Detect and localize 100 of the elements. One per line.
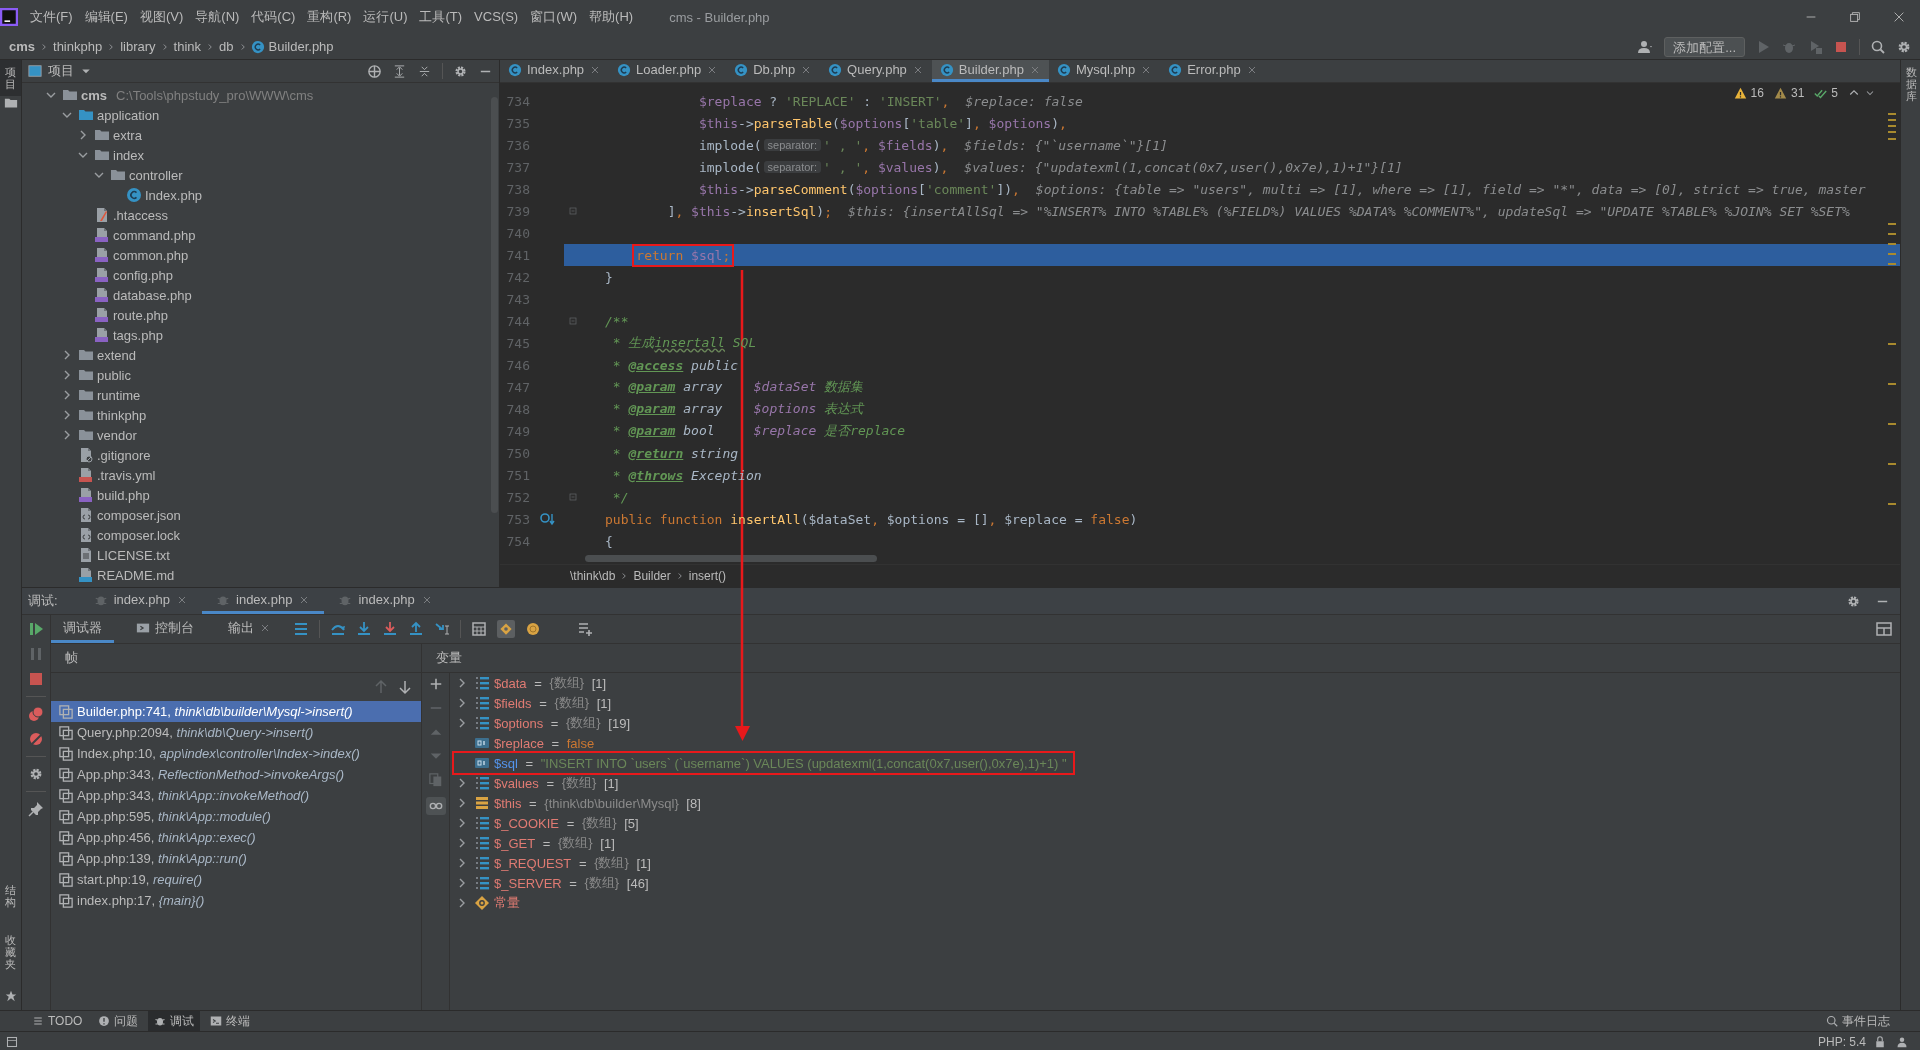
- tree-item[interactable]: tags.php: [22, 325, 490, 345]
- tool-window-button[interactable]: 调试: [148, 1011, 201, 1031]
- session-tab[interactable]: index.php: [324, 588, 447, 614]
- variable-row[interactable]: $fields = {数组} [1]: [454, 693, 618, 713]
- inspection-count[interactable]: 16: [1750, 86, 1764, 100]
- force-step-into-icon[interactable]: [382, 621, 398, 637]
- tool-window-button[interactable]: 终端: [204, 1011, 257, 1031]
- tree-item[interactable]: build.php: [22, 485, 490, 505]
- tree-item[interactable]: vendor: [22, 425, 490, 445]
- variable-row[interactable]: $_SERVER = {数组} [46]: [454, 873, 655, 893]
- stack-frame[interactable]: start.php:19, require(): [51, 869, 421, 890]
- tree-item[interactable]: composer.lock: [22, 525, 490, 545]
- menu-item[interactable]: 编辑(E): [78, 6, 134, 28]
- variable-row[interactable]: $replace = false: [454, 733, 601, 753]
- editor-tab[interactable]: Builder.php: [931, 60, 1049, 82]
- expand-all-icon[interactable]: [392, 63, 407, 79]
- up-arrow-icon[interactable]: [373, 679, 389, 695]
- debugger-tab[interactable]: 调试器: [51, 615, 114, 643]
- php-version[interactable]: PHP: 5.4: [1817, 1035, 1866, 1049]
- variable-row[interactable]: $data = {数组} [1]: [454, 673, 613, 693]
- editor-tab[interactable]: Error.php: [1160, 60, 1266, 82]
- tree-item[interactable]: controller: [22, 165, 490, 185]
- add-list-icon[interactable]: [577, 621, 593, 637]
- search-icon[interactable]: [1870, 38, 1886, 55]
- editor-tab[interactable]: Loader.php: [609, 60, 727, 82]
- pin-icon[interactable]: [28, 801, 44, 817]
- editor-tab[interactable]: Mysql.php: [1048, 60, 1161, 82]
- stack-frame[interactable]: App.php:139, think\App::run(): [51, 848, 421, 869]
- session-tab[interactable]: index.php: [202, 588, 325, 614]
- tree-item[interactable]: extra: [22, 125, 490, 145]
- stop-icon[interactable]: [28, 671, 44, 687]
- coin-icon[interactable]: [525, 621, 541, 637]
- add-icon[interactable]: [428, 677, 443, 691]
- mute-breakpoints-icon[interactable]: [28, 731, 44, 747]
- debugger-tab[interactable]: 控制台: [124, 615, 206, 643]
- threads-icon[interactable]: [293, 621, 309, 637]
- step-into-icon[interactable]: [356, 621, 372, 637]
- down-arrow-icon[interactable]: [397, 679, 413, 695]
- stack-frame[interactable]: App.php:343, think\App::invokeMethod(): [51, 785, 421, 806]
- variable-row[interactable]: $sql = "INSERT INTO `users` (`username`) VALUES (updatexml(1,concat(0x7,user(),0x7e),1)+1) ": [454, 753, 1073, 773]
- breadcrumb-item[interactable]: thinkphp: [52, 39, 104, 54]
- event-log-icon[interactable]: [1826, 1015, 1838, 1027]
- stack-frame[interactable]: App.php:456, think\App::exec(): [51, 827, 421, 848]
- tree-item[interactable]: public: [22, 365, 490, 385]
- tree-item[interactable]: README.md: [22, 565, 490, 585]
- scrollbar-thumb[interactable]: [491, 97, 498, 513]
- tool-window-tab[interactable]: 收藏夹: [0, 927, 21, 976]
- stack-frame[interactable]: App.php:343, ReflectionMethod->invokeArgs(): [51, 764, 421, 785]
- step-out-icon[interactable]: [408, 621, 424, 637]
- tree-item[interactable]: Index.php: [22, 185, 490, 205]
- tool-window-button[interactable]: TODO: [26, 1011, 89, 1031]
- breadcrumb-item[interactable]: think: [172, 39, 203, 54]
- user-icon[interactable]: [1636, 38, 1655, 55]
- menu-item[interactable]: 帮助(H): [583, 6, 640, 28]
- editor-tab[interactable]: Query.php: [820, 60, 932, 82]
- tree-item[interactable]: composer.json: [22, 505, 490, 525]
- tree-item[interactable]: .gitignore: [22, 445, 490, 465]
- tool-window-tab[interactable]: 数据库: [1901, 60, 1920, 109]
- menu-item[interactable]: 重构(R): [301, 6, 358, 28]
- lock-icon[interactable]: [1874, 1036, 1886, 1048]
- breadcrumb-item[interactable]: Builder.php: [267, 39, 335, 54]
- add-configuration-button[interactable]: 添加配置...: [1664, 36, 1745, 57]
- tree-item[interactable]: cms C:\Tools\phpstudy_pro\WWW\cms: [22, 85, 490, 105]
- session-tab[interactable]: index.php: [79, 588, 202, 614]
- variable-row[interactable]: 常量: [454, 893, 526, 913]
- panel-title[interactable]: 项目: [48, 62, 74, 80]
- editor-tab[interactable]: Index.php: [500, 60, 610, 82]
- tree-item[interactable]: thinkphp: [22, 405, 490, 425]
- tree-item[interactable]: runtime: [22, 385, 490, 405]
- layout-icon[interactable]: [1876, 621, 1892, 637]
- stack-frame[interactable]: App.php:595, think\App::module(): [51, 806, 421, 827]
- settings-icon[interactable]: [28, 766, 44, 782]
- scrollbar-thumb[interactable]: [585, 555, 877, 562]
- inspection-count[interactable]: 5: [1831, 86, 1838, 100]
- tree-item[interactable]: .htaccess: [22, 205, 490, 225]
- menu-item[interactable]: 工具(T): [413, 6, 469, 28]
- tree-item[interactable]: LICENSE.txt: [22, 545, 490, 565]
- stack-frame[interactable]: Index.php:10, app\index\controller\Index->index(): [51, 743, 421, 764]
- tree-item[interactable]: route.php: [22, 305, 490, 325]
- breadcrumb-item[interactable]: db: [218, 39, 235, 54]
- close-icon[interactable]: [1892, 10, 1906, 24]
- breadcrumb-item[interactable]: insert(): [688, 569, 727, 583]
- tree-item[interactable]: command.php: [22, 225, 490, 245]
- tree-item[interactable]: config.php: [22, 265, 490, 285]
- tool-window-tab[interactable]: 结构: [0, 877, 21, 914]
- variable-row[interactable]: $_REQUEST = {数组} [1]: [454, 853, 657, 873]
- tool-window-button[interactable]: 问题: [92, 1011, 145, 1031]
- menu-item[interactable]: VCS(S): [468, 6, 525, 28]
- stack-frame[interactable]: Query.php:2094, think\db\Query->insert(): [51, 722, 421, 743]
- locate-icon[interactable]: [367, 63, 382, 79]
- star-icon[interactable]: [4, 990, 17, 1002]
- stack-frame[interactable]: Builder.php:741, think\db\builder\Mysql->insert(): [51, 701, 421, 722]
- tree-item[interactable]: application: [22, 105, 490, 125]
- variable-row[interactable]: $options = {数组} [19]: [454, 713, 636, 733]
- tree-item[interactable]: extend: [22, 345, 490, 365]
- tree-item[interactable]: database.php: [22, 285, 490, 305]
- menu-item[interactable]: 窗口(W): [524, 6, 584, 28]
- menu-item[interactable]: 运行(U): [357, 6, 414, 28]
- breadcrumb-item[interactable]: cms: [8, 39, 37, 54]
- inspection-count[interactable]: 31: [1790, 86, 1805, 100]
